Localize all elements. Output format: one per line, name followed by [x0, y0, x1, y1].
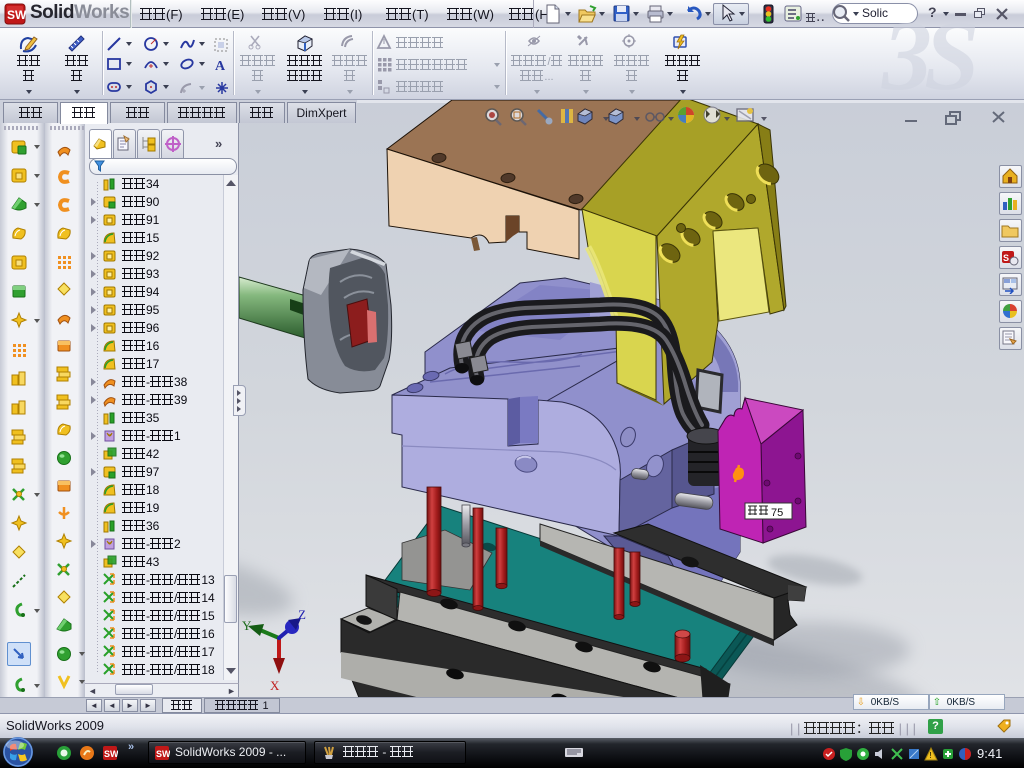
svg-text:!: ! — [930, 751, 932, 760]
svg-text:Z: Z — [298, 607, 306, 622]
svg-text:SW: SW — [104, 749, 118, 759]
svg-text:Y: Y — [242, 618, 252, 633]
svg-text:SW: SW — [7, 8, 26, 22]
svg-text:S: S — [1003, 253, 1009, 263]
svg-text:A: A — [215, 59, 226, 72]
svg-text:SW: SW — [156, 749, 170, 759]
svg-text:X: X — [270, 678, 280, 693]
svg-text:75: 75 — [771, 507, 783, 519]
